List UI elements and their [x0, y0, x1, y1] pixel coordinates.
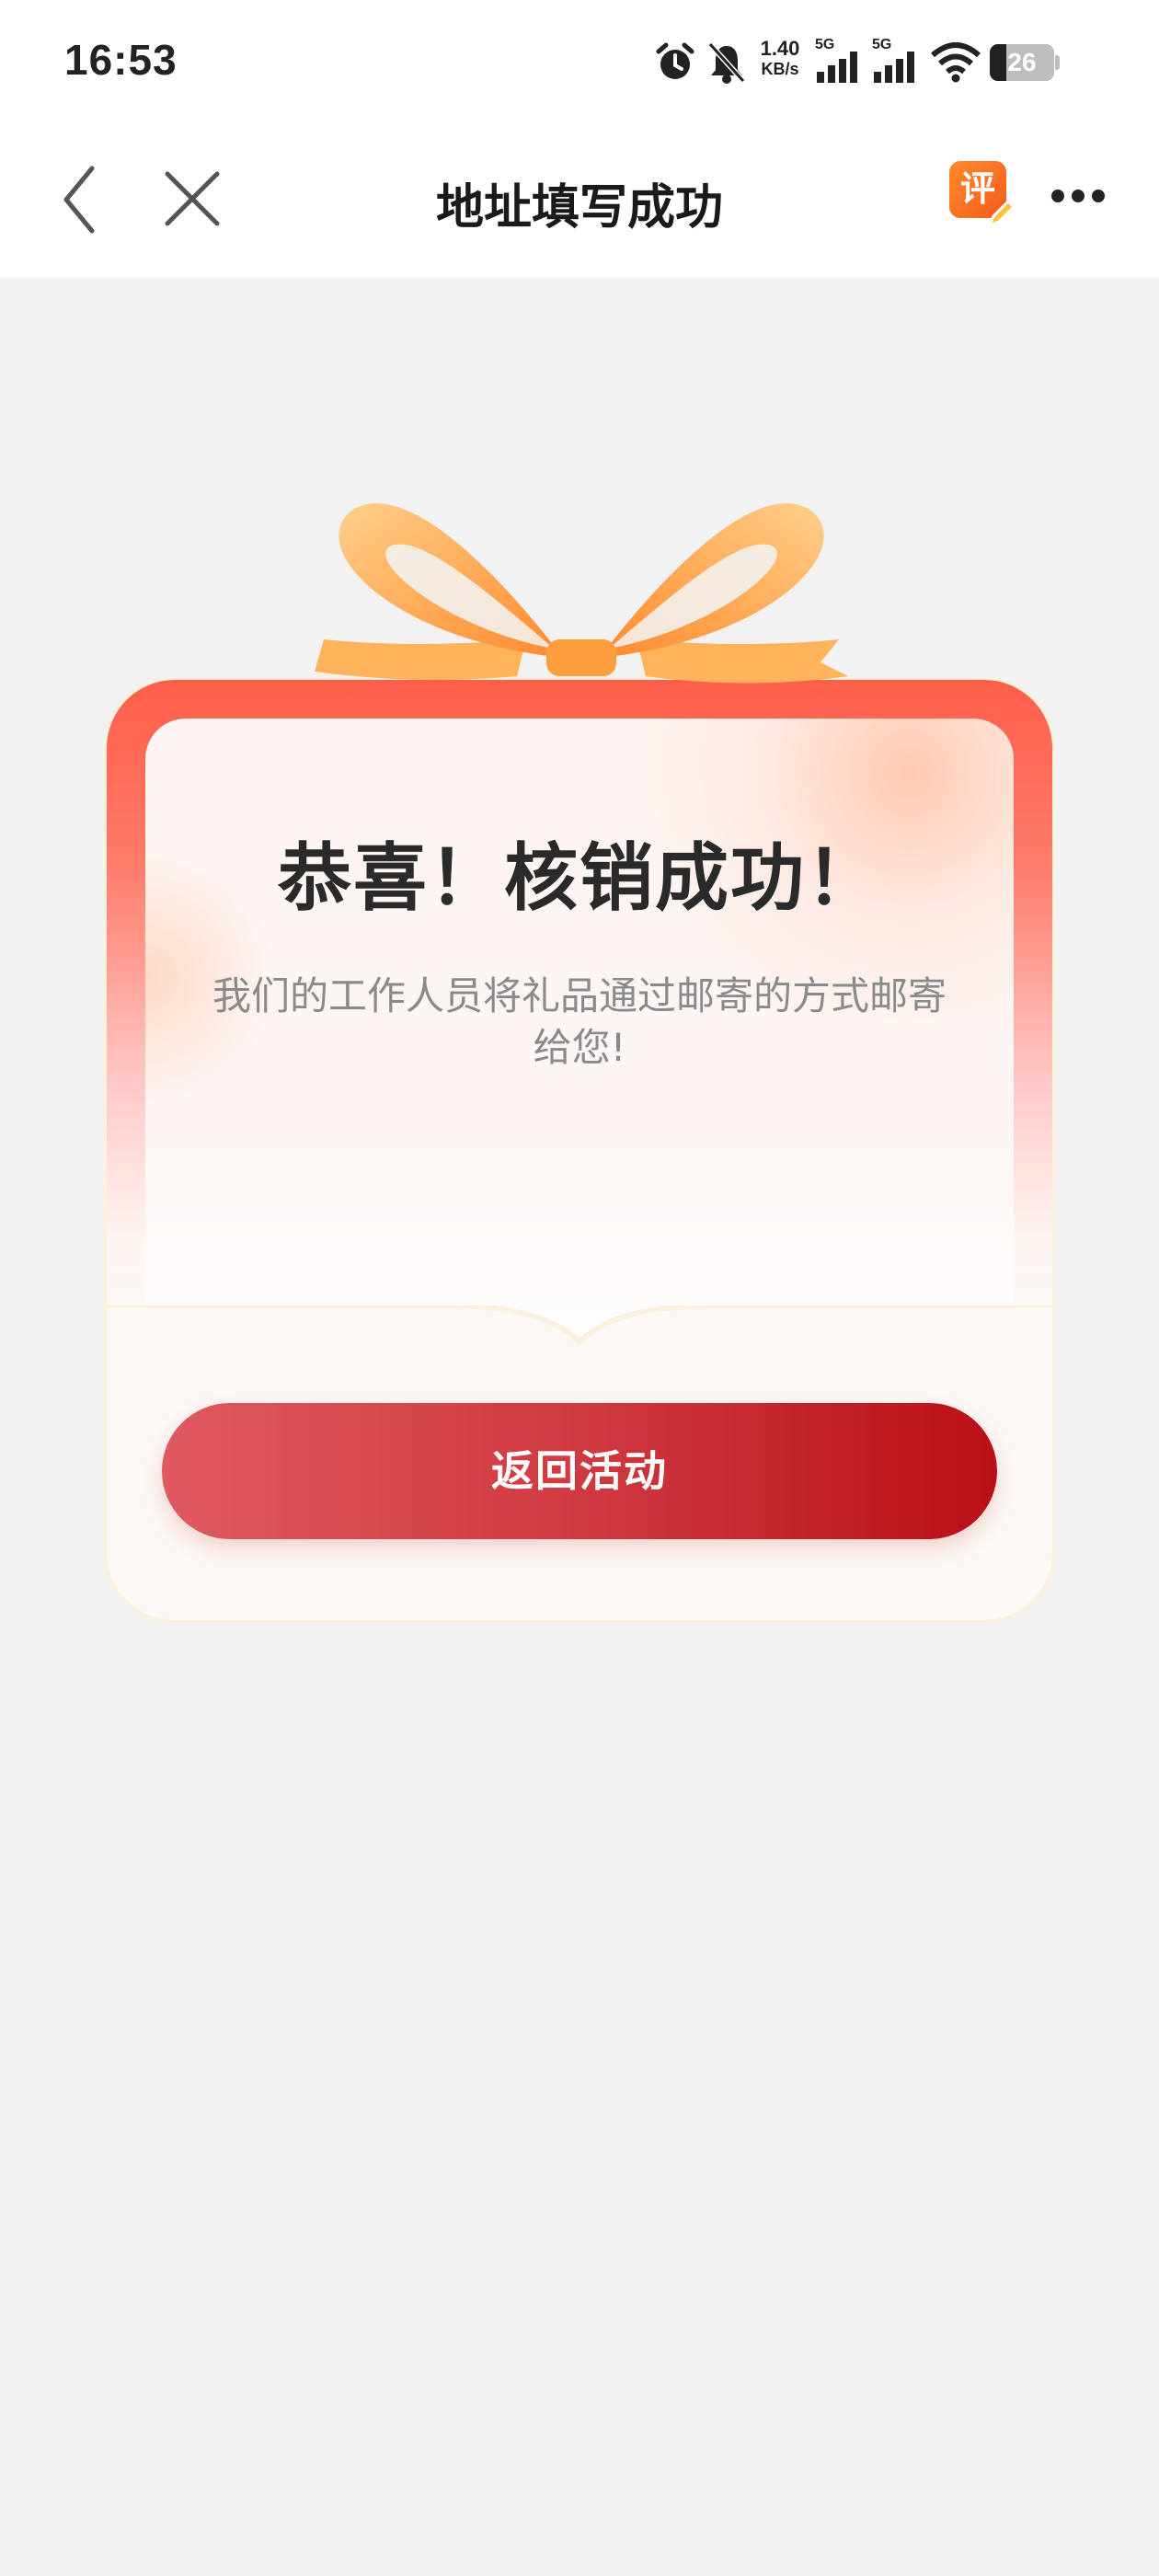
clock: 16:53 [64, 36, 178, 84]
signal-icon [817, 52, 857, 83]
network-speed-unit: KB/s [761, 60, 799, 78]
card-title: 恭喜！核销成功！ [278, 835, 881, 921]
more-icon[interactable] [1049, 187, 1107, 205]
status-bar: 16:53 1.40 KB/s 5G 5G 26 [0, 0, 1159, 124]
network-speed-value: 1.40 [760, 37, 800, 60]
status-icons: 1.40 KB/s 5G 5G 26 [653, 37, 1113, 88]
alarm-icon [656, 42, 694, 79]
signal-icon [874, 52, 914, 83]
battery-level: 26 [1007, 48, 1037, 76]
nav-bar: 地址填写成功 评 [0, 124, 1159, 278]
card-notch [107, 1305, 1052, 1416]
card-description: 我们的工作人员将礼品通过邮寄的方式邮寄给您! [212, 973, 947, 1070]
wifi-icon [931, 42, 981, 83]
bell-muted-icon [707, 41, 746, 84]
battery-fill [990, 44, 1006, 81]
pen-icon [987, 199, 1016, 228]
ribbon-bow-icon [315, 503, 848, 684]
battery-body: 26 [990, 44, 1054, 81]
battery-icon: 26 [990, 44, 1063, 81]
return-to-activity-button[interactable]: 返回活动 [162, 1403, 997, 1539]
signal-sim1: 5G [815, 37, 863, 85]
gift-card: 恭喜！核销成功！ 我们的工作人员将礼品通过邮寄的方式邮寄给您! 返回活动 [103, 474, 1056, 1624]
battery-tip [1055, 55, 1060, 70]
signal-sim2: 5G [872, 37, 920, 85]
network-speed: 1.40 KB/s [754, 39, 806, 79]
